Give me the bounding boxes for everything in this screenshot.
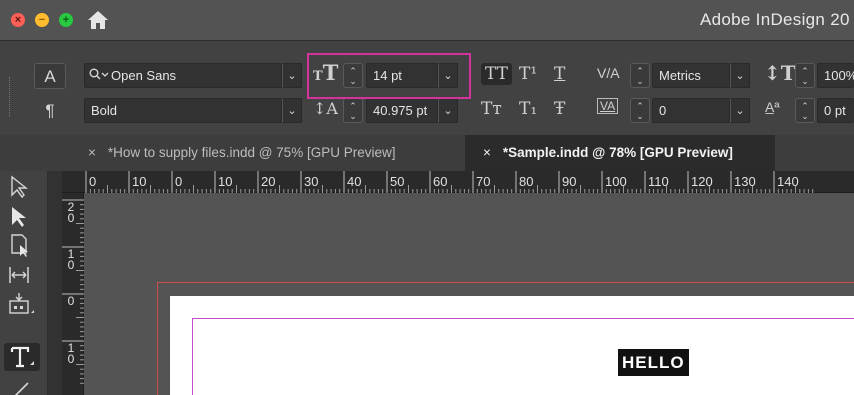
gap-tool-icon[interactable] — [4, 261, 40, 289]
font-style-field[interactable]: Bold — [84, 98, 282, 123]
home-icon[interactable] — [87, 9, 109, 31]
line-tool-icon[interactable] — [4, 373, 40, 395]
selection-tool-icon[interactable] — [4, 203, 40, 231]
character-formatting-mode-button[interactable]: A — [34, 63, 66, 89]
ruler-label: 70 — [476, 174, 491, 189]
close-tab-icon[interactable]: × — [483, 145, 491, 160]
content-collector-tool-icon[interactable] — [4, 291, 40, 319]
paragraph-formatting-mode-button[interactable]: ¶ — [34, 98, 66, 124]
font-family-value: Open Sans — [111, 68, 177, 83]
ruler-label: 10 — [132, 174, 147, 189]
document-page[interactable] — [170, 296, 854, 395]
margin-guide — [192, 318, 193, 395]
maximize-window-button[interactable]: + — [59, 13, 73, 27]
baseline-shift-stepper[interactable]: ⌃ ⌄ — [795, 98, 815, 123]
baseline-shift-field[interactable]: 0 pt — [817, 98, 854, 123]
ruler-label: 2 0 — [67, 200, 75, 225]
minimize-icon: − — [38, 14, 46, 26]
tracking-stepper[interactable]: ⌃ ⌄ — [630, 98, 650, 123]
leading-field[interactable]: 40.975 pt — [366, 98, 438, 123]
underline-button[interactable]: T — [554, 64, 565, 84]
ruler-label: 20 — [261, 174, 276, 189]
panel-grip[interactable] — [9, 77, 12, 117]
kerning-dropdown[interactable]: ⌄ — [730, 63, 750, 88]
tab-label: *Sample.indd @ 78% [GPU Preview] — [502, 145, 733, 160]
chevron-down-icon: ⌄ — [287, 105, 297, 117]
ruler-label: 0 — [89, 174, 97, 189]
title-bar: × − + Adobe InDesign 20 — [0, 0, 854, 40]
search-icon — [89, 68, 109, 80]
ruler-label: 0 — [67, 294, 75, 308]
tracking-dropdown[interactable]: ⌄ — [730, 98, 750, 123]
tab-how-to-supply-files[interactable]: × *How to supply files.indd @ 75% [GPU Pr… — [70, 135, 463, 171]
font-family-dropdown[interactable]: ⌄ — [282, 63, 302, 88]
kerning-icon: V/A — [597, 65, 620, 81]
ruler-label: 120 — [691, 174, 713, 189]
close-tab-icon[interactable]: × — [88, 145, 96, 160]
direct-selection-tool-icon[interactable] — [4, 173, 40, 201]
type-tool-button[interactable] — [4, 343, 40, 371]
selected-text-frame[interactable]: HELLO — [618, 349, 689, 376]
ruler-label: 140 — [777, 174, 799, 189]
ruler-label: 30 — [304, 174, 319, 189]
minimize-window-button[interactable]: − — [35, 13, 49, 27]
font-family-field[interactable]: Open Sans — [84, 63, 282, 88]
kerning-stepper[interactable]: ⌃ ⌄ — [630, 63, 650, 88]
tools-panel: ›› — [0, 135, 48, 395]
vertical-scale-stepper[interactable]: ⌃ ⌄ — [795, 63, 815, 88]
close-window-button[interactable]: × — [11, 13, 25, 27]
bleed-guide — [157, 282, 158, 395]
tracking-icon: VA — [597, 98, 619, 114]
chevron-down-icon: ⌄ — [443, 105, 453, 117]
font-size-highlight-box — [307, 53, 471, 99]
bleed-guide — [157, 282, 854, 283]
ruler-label: 60 — [433, 174, 448, 189]
close-icon: × — [14, 14, 22, 26]
app-title: Adobe InDesign 20 — [700, 10, 850, 29]
ruler-label: 0 — [175, 174, 183, 189]
font-style-value: Bold — [91, 103, 118, 118]
document-tab-bar: × *How to supply files.indd @ 75% [GPU Pr… — [0, 135, 854, 171]
font-style-dropdown[interactable]: ⌄ — [282, 98, 302, 123]
margin-guide — [192, 318, 854, 319]
maximize-icon: + — [62, 14, 70, 26]
strikethrough-button[interactable]: Ŧ — [554, 99, 565, 119]
horizontal-ruler[interactable]: 0 10 0 10 20 30 40 50 60 70 80 90 100 110 120 130 140 — [62, 171, 854, 193]
small-caps-button[interactable]: Tт — [481, 99, 502, 119]
superscript-button[interactable]: T¹ — [519, 64, 537, 84]
vertical-scale-icon: ↕T — [764, 61, 796, 85]
ruler-label: 10 — [218, 174, 233, 189]
ruler-label: 1 0 — [67, 247, 75, 272]
vertical-scale-field[interactable]: 100% — [817, 63, 854, 88]
chevron-down-icon: ⌄ — [735, 70, 745, 82]
tracking-field[interactable]: 0 — [652, 98, 730, 123]
all-caps-button[interactable]: TT — [481, 63, 512, 85]
chevron-down-icon: ⌄ — [287, 70, 297, 82]
leading-icon: ↕A — [313, 99, 338, 118]
indesign-window: × − + Adobe InDesign 20 A ¶ Open Sans ⌄ … — [0, 0, 854, 395]
type-tool-icon — [10, 346, 34, 368]
leading-dropdown[interactable]: ⌄ — [438, 98, 458, 123]
subscript-button[interactable]: T₁ — [519, 99, 537, 119]
ruler-label: 80 — [519, 174, 534, 189]
ruler-label: 100 — [605, 174, 627, 189]
ruler-label: 90 — [562, 174, 577, 189]
baseline-shift-icon: A̲ª — [765, 99, 780, 115]
chevron-down-icon: ⌄ — [735, 105, 745, 117]
ruler-label: 110 — [648, 174, 669, 189]
kerning-field[interactable]: Metrics — [652, 63, 730, 88]
ruler-label: 50 — [390, 174, 405, 189]
ruler-label: 130 — [734, 174, 756, 189]
ruler-label: 1 0 — [67, 341, 75, 366]
vertical-ruler[interactable]: 2 0 1 0 0 1 0 — [62, 193, 84, 395]
control-panel: A ¶ Open Sans ⌄ Bold ⌄ TT ⌃ ⌄ 14 pt ⌄ ↕A … — [0, 40, 854, 135]
leading-stepper[interactable]: ⌃ ⌄ — [343, 98, 363, 123]
tab-label: *How to supply files.indd @ 75% [GPU Pre… — [107, 145, 396, 160]
tab-sample[interactable]: × *Sample.indd @ 78% [GPU Preview] — [465, 135, 775, 171]
ruler-label: 40 — [347, 174, 362, 189]
page-tool-icon[interactable] — [4, 231, 40, 259]
